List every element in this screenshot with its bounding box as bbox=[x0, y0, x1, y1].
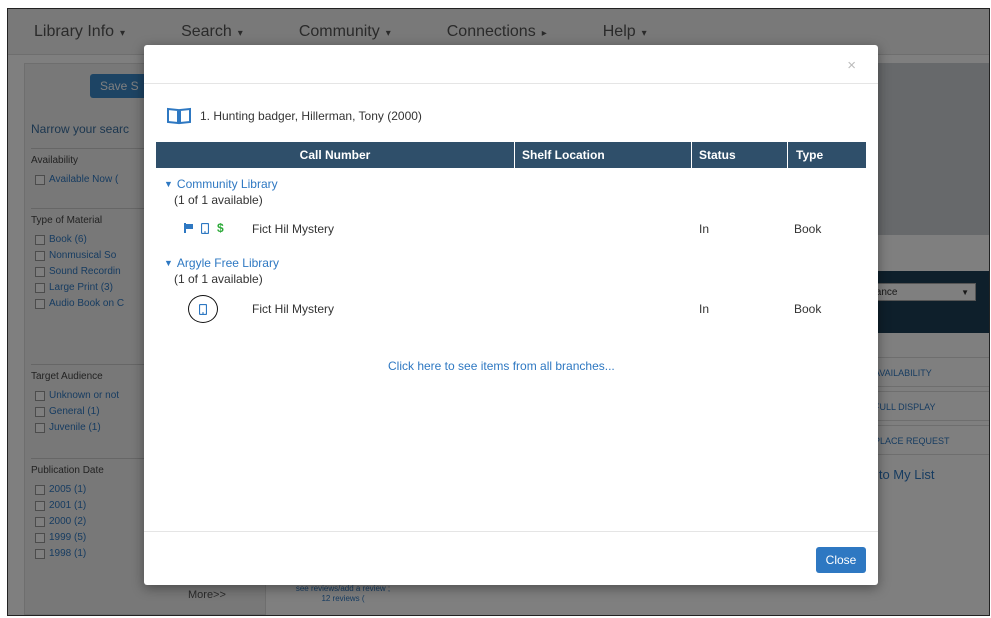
availability-count: (1 of 1 available) bbox=[174, 193, 263, 207]
modal-header-divider bbox=[144, 83, 878, 84]
holdings-modal: × 1. Hunting badger, Hillerman, Tony (20… bbox=[144, 45, 878, 585]
col-type: Type bbox=[796, 148, 824, 162]
mobile-icon[interactable] bbox=[201, 223, 209, 234]
library-toggle-community[interactable]: ▼ Community Library bbox=[164, 177, 278, 191]
modal-footer-divider bbox=[144, 531, 878, 532]
flag-icon[interactable] bbox=[184, 223, 194, 233]
availability-count: (1 of 1 available) bbox=[174, 272, 263, 286]
item-type: Book bbox=[794, 302, 822, 316]
item-status: In bbox=[699, 302, 710, 316]
call-number: Fict Hil Mystery bbox=[252, 302, 334, 316]
col-divider bbox=[691, 142, 692, 168]
app-window: Library Info▾ Search▾ Community▾ Connect… bbox=[7, 8, 990, 616]
holdings-table-header: Call Number Shelf Location Status Type bbox=[156, 142, 866, 168]
caret-down-icon: ▼ bbox=[164, 179, 173, 189]
book-icon bbox=[167, 107, 191, 125]
library-toggle-argyle[interactable]: ▼ Argyle Free Library bbox=[164, 256, 279, 270]
close-button[interactable]: Close bbox=[816, 547, 866, 573]
record-title: 1. Hunting badger, Hillerman, Tony (2000… bbox=[166, 107, 422, 125]
col-shelf-location: Shelf Location bbox=[522, 148, 605, 162]
modal-close-x[interactable]: × bbox=[847, 57, 856, 74]
dollar-icon[interactable]: $ bbox=[217, 221, 224, 235]
item-status: In bbox=[699, 222, 710, 236]
record-title-text: 1. Hunting badger, Hillerman, Tony (2000… bbox=[200, 109, 422, 123]
mobile-icon[interactable] bbox=[188, 295, 218, 323]
col-divider bbox=[787, 142, 788, 168]
caret-down-icon: ▼ bbox=[164, 258, 173, 268]
col-divider bbox=[514, 142, 515, 168]
call-number: Fict Hil Mystery bbox=[252, 222, 334, 236]
all-branches-link[interactable]: Click here to see items from all branche… bbox=[388, 359, 615, 373]
col-status: Status bbox=[699, 148, 736, 162]
col-call-number: Call Number bbox=[299, 148, 371, 162]
item-type: Book bbox=[794, 222, 822, 236]
